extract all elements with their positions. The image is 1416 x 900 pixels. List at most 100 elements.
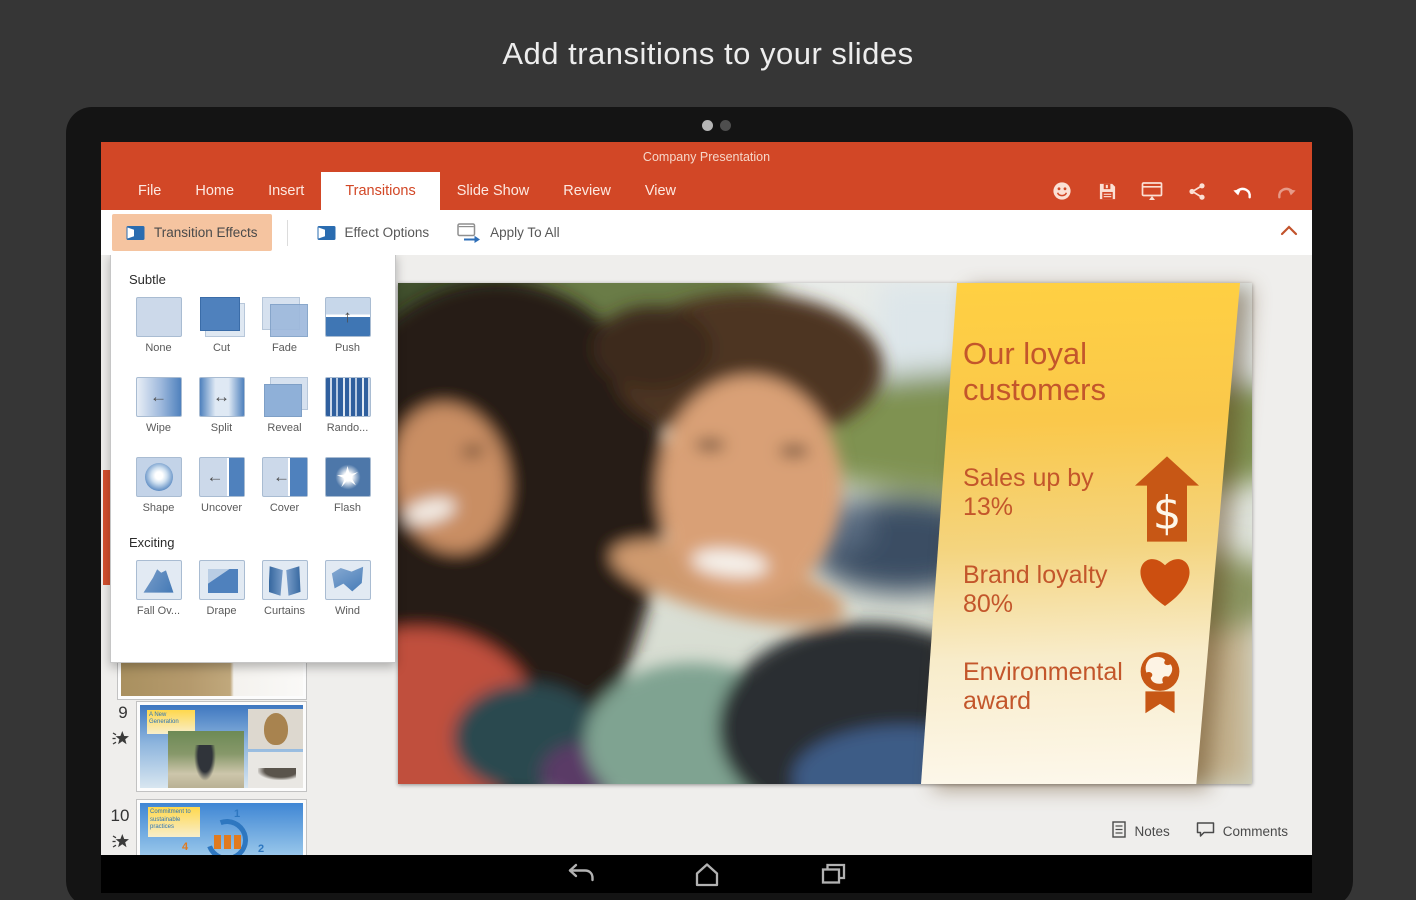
comments-button[interactable]: Comments <box>1196 821 1288 841</box>
tab-file[interactable]: File <box>121 172 178 210</box>
slide-title: Our loyal customers <box>963 336 1153 408</box>
infographic-number: 2 <box>258 843 264 855</box>
dollar-arrow-icon: $ <box>1135 456 1199 547</box>
transition-option-label: Wind <box>335 605 360 617</box>
ribbon-button-label: Effect Options <box>345 225 430 240</box>
slide-number: 9 <box>109 703 137 723</box>
heart-icon <box>1135 553 1195 614</box>
transition-option-cover[interactable]: ← Cover <box>253 457 316 519</box>
transition-effects-icon <box>126 225 145 241</box>
tab-transitions[interactable]: Transitions <box>321 172 439 210</box>
svg-text:$: $ <box>1153 486 1182 539</box>
thumbnail-photo-yoga <box>248 752 303 789</box>
nav-back-button[interactable] <box>564 859 598 889</box>
ribbon-separator <box>287 220 288 246</box>
slide-bullet-text: Brand loyalty 80% <box>963 561 1135 618</box>
workspace: 9 A New Generation 10 Commitmen <box>101 255 1312 855</box>
section-label: Subtle <box>129 272 395 287</box>
transition-option-label: Flash <box>334 502 361 514</box>
document-title: Company Presentation <box>643 150 770 164</box>
ribbon-button-label: Apply To All <box>490 225 560 240</box>
transition-option-label: Reveal <box>267 422 301 434</box>
smiley-icon[interactable] <box>1051 180 1073 202</box>
slide-thumbnail-10[interactable]: Commitment to sustainable practices 1 4 … <box>137 800 306 855</box>
slide-bullet-text: Environmental award <box>963 658 1135 715</box>
tab-home[interactable]: Home <box>178 172 251 210</box>
arrow-glyph: ← <box>137 378 181 416</box>
arrow-glyph: ↑ <box>326 298 370 336</box>
transition-option-flash[interactable]: Flash <box>316 457 379 519</box>
transition-option-shape[interactable]: Shape <box>127 457 190 519</box>
transition-option-label: Fade <box>272 342 297 354</box>
wipe-transition-icon: ← <box>136 377 182 417</box>
transition-option-label: Fall Ov... <box>137 605 180 617</box>
slide-bullet: Brand loyalty 80% <box>963 561 1195 618</box>
fade-transition-icon <box>262 297 308 337</box>
notes-button[interactable]: Notes <box>1112 821 1169 841</box>
transition-star-icon <box>112 832 129 855</box>
save-icon[interactable] <box>1096 180 1118 202</box>
flash-transition-icon <box>325 457 371 497</box>
tab-insert[interactable]: Insert <box>251 172 321 210</box>
transition-option-wipe[interactable]: ← Wipe <box>127 377 190 439</box>
shape-transition-icon <box>136 457 182 497</box>
transition-option-push[interactable]: ↑ Push <box>316 297 379 359</box>
transition-option-none[interactable]: None <box>127 297 190 359</box>
transition-option-label: Curtains <box>264 605 305 617</box>
titlebar-icon-group <box>1051 172 1298 210</box>
transition-option-cut[interactable]: Cut <box>190 297 253 359</box>
transition-option-drape[interactable]: Drape <box>190 560 253 622</box>
transition-option-label: Split <box>211 422 232 434</box>
transition-option-fade[interactable]: Fade <box>253 297 316 359</box>
transition-option-label: Wipe <box>146 422 171 434</box>
share-icon[interactable] <box>1186 180 1208 202</box>
slide-bullet-text: Sales up by 13% <box>963 464 1135 521</box>
wind-transition-icon <box>325 560 371 600</box>
thumbnail-bars <box>214 835 242 849</box>
transition-grid: Fall Ov... Drape Curtains Wind <box>111 560 395 622</box>
curtains-transition-icon <box>262 560 308 600</box>
redo-icon[interactable] <box>1276 180 1298 202</box>
apply-to-all-button[interactable]: Apply To All <box>443 214 574 251</box>
apply-to-all-icon <box>457 223 481 243</box>
push-transition-icon: ↑ <box>325 297 371 337</box>
transition-option-uncover[interactable]: ← Uncover <box>190 457 253 519</box>
transition-option-label: Uncover <box>201 502 242 514</box>
promo-caption: Add transitions to your slides <box>0 36 1416 72</box>
present-icon[interactable] <box>1141 180 1163 202</box>
transition-option-label: None <box>145 342 171 354</box>
transition-option-label: Cover <box>270 502 299 514</box>
effect-options-button[interactable]: Effect Options <box>303 214 444 251</box>
slide-thumbnail-9[interactable]: A New Generation <box>137 702 306 791</box>
transition-option-split[interactable]: ↔ Split <box>190 377 253 439</box>
transition-option-fall-over[interactable]: Fall Ov... <box>127 560 190 622</box>
split-transition-icon: ↔ <box>199 377 245 417</box>
ribbon-button-label: Transition Effects <box>154 225 258 240</box>
tablet-frame: Company Presentation FileHomeInsertTrans… <box>66 107 1353 900</box>
transition-effects-button[interactable]: Transition Effects <box>112 214 272 251</box>
slide-bullet: Environmental award <box>963 658 1185 721</box>
nav-recents-button[interactable] <box>816 859 850 889</box>
nav-home-button[interactable] <box>690 859 724 889</box>
fall-over-transition-icon <box>136 560 182 600</box>
transition-option-wind[interactable]: Wind <box>316 560 379 622</box>
transition-grid: None Cut Fade ↑ Push ← Wipe ↔ Split Reveal Rando..… <box>111 297 395 519</box>
undo-icon[interactable] <box>1231 180 1253 202</box>
tab-view[interactable]: View <box>628 172 693 210</box>
transition-option-reveal[interactable]: Reveal <box>253 377 316 439</box>
transition-option-label: Rando... <box>327 422 369 434</box>
transition-option-curtains[interactable]: Curtains <box>253 560 316 622</box>
slide-canvas[interactable]: Our loyal customers Sales up by 13% $ <box>398 283 1252 784</box>
transition-option-random[interactable]: Rando... <box>316 377 379 439</box>
collapse-ribbon-button[interactable] <box>1280 223 1298 241</box>
tab-slide-show[interactable]: Slide Show <box>440 172 547 210</box>
tab-review[interactable]: Review <box>546 172 628 210</box>
transition-option-label: Push <box>335 342 360 354</box>
arrow-glyph: ↔ <box>200 378 244 416</box>
transition-option-label: Shape <box>143 502 175 514</box>
cover-transition-icon: ← <box>262 457 308 497</box>
random-transition-icon <box>325 377 371 417</box>
arrow-glyph: ← <box>200 458 244 496</box>
slide-number: 10 <box>106 806 134 826</box>
transition-star-icon <box>112 729 129 752</box>
